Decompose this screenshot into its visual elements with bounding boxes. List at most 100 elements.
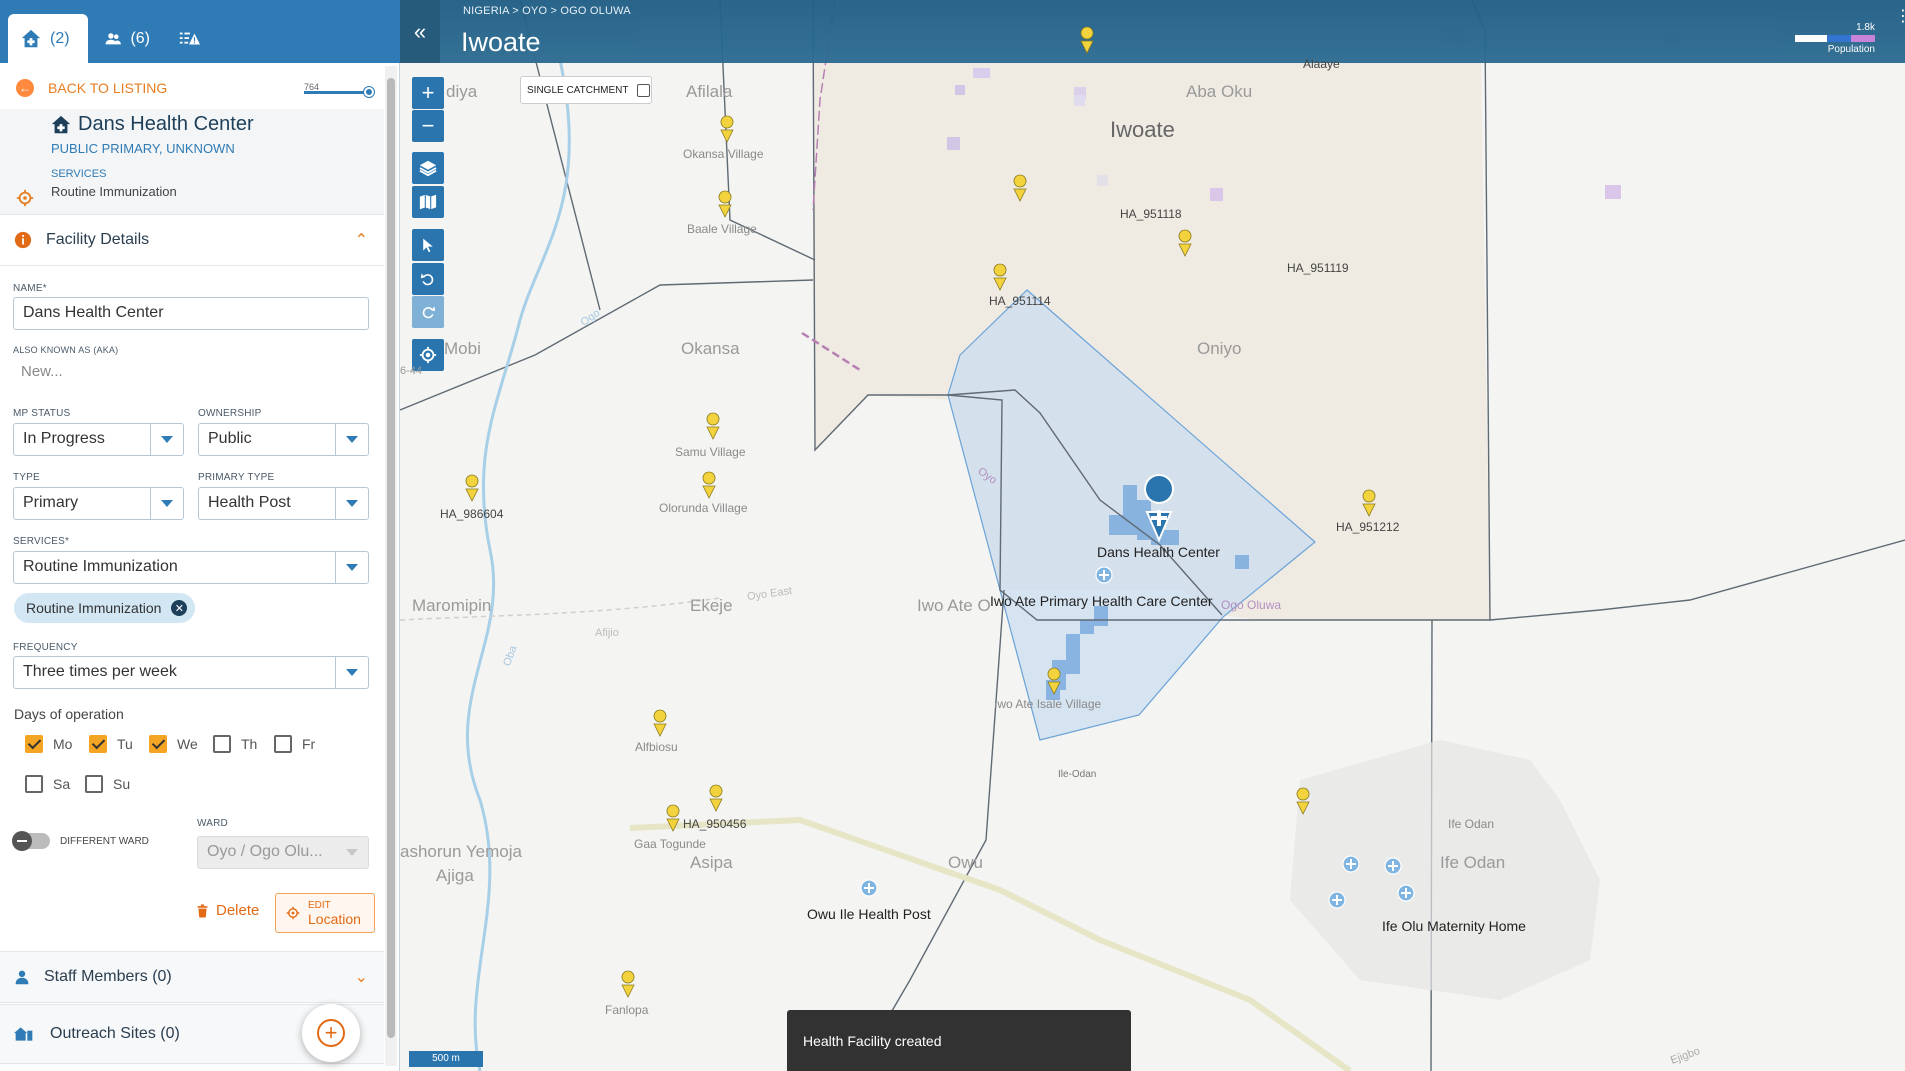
remove-chip-icon[interactable]: ✕ — [171, 600, 188, 616]
checkbox-unchecked[interactable] — [25, 775, 43, 793]
frequency-select[interactable]: Three times per week — [13, 656, 369, 689]
day-sa[interactable]: Sa — [25, 775, 70, 793]
slider-knob[interactable] — [364, 87, 374, 97]
tab-people[interactable]: (6) — [92, 14, 162, 63]
village-label: Alaaye — [1303, 57, 1340, 71]
facility-label[interactable]: Dans Health Center — [1097, 544, 1220, 560]
ward-value: Oyo / Ogo Olu... — [207, 843, 323, 860]
facility-label[interactable]: Owu Ile Health Post — [807, 906, 931, 922]
staff-members-label: Staff Members (0) — [44, 968, 172, 985]
day-mo[interactable]: Mo — [25, 735, 72, 753]
services-select[interactable]: Routine Immunization — [13, 551, 369, 584]
dropdown-arrow-icon — [150, 424, 183, 455]
add-fab-button[interactable]: + — [302, 1004, 360, 1062]
map-pin-icon — [666, 804, 680, 832]
population-slider[interactable]: 764 — [304, 77, 374, 99]
ownership-select[interactable]: Public — [198, 423, 369, 456]
aka-field[interactable]: New... — [13, 359, 369, 392]
facility-label[interactable]: Iwo Ate Primary Health Care Center — [990, 593, 1213, 609]
sidebar-scrollbar[interactable] — [385, 66, 397, 1066]
checkbox-checked[interactable] — [25, 735, 43, 753]
checkbox-checked[interactable] — [89, 735, 107, 753]
dropdown-arrow-icon — [335, 552, 368, 583]
different-ward-toggle-row: DIFFERENT WARD — [12, 831, 149, 851]
day-label: Mo — [53, 736, 73, 752]
mp-status-select[interactable]: In Progress — [13, 423, 184, 456]
ownership-label: OWNERSHIP — [198, 408, 262, 419]
dropdown-arrow-icon — [150, 488, 183, 519]
chevron-up-icon: ⌃ — [354, 232, 368, 249]
day-label: Fr — [302, 736, 316, 752]
ownership-value: Public — [208, 430, 252, 447]
day-label: Sa — [53, 776, 71, 792]
tab-facilities[interactable]: (2) — [8, 14, 88, 63]
facility-subtitle: PUBLIC PRIMARY, UNKNOWN — [51, 141, 235, 156]
ha-label: HA_951119 — [1287, 261, 1349, 275]
village-label: Samu Village — [675, 445, 746, 459]
map-pin-icon — [1362, 489, 1376, 517]
back-to-listing-link[interactable]: ← BACK TO LISTING — [16, 79, 167, 97]
name-label: NAME* — [13, 283, 47, 294]
type-select[interactable]: Primary — [13, 487, 184, 520]
dropdown-arrow-icon — [335, 488, 368, 519]
sidebar: (2) (6) ← BACK TO LISTING 764 Dans Healt… — [0, 0, 400, 1071]
facility-details-title: Facility Details — [46, 231, 150, 248]
map-canvas[interactable]: « NIGERIA > OYO > OGO OLUWA Iwoate 1.8k … — [400, 0, 1905, 1071]
mp-status-value: In Progress — [23, 430, 105, 447]
village-label: Ife Odan — [1448, 817, 1495, 831]
ward-select: Oyo / Ogo Olu... — [197, 836, 369, 869]
sidebar-content: ← BACK TO LISTING 764 Dans Health Center… — [0, 63, 384, 1071]
chevron-down-icon: ⌄ — [354, 969, 368, 986]
map-pin-icon — [653, 709, 667, 737]
day-fr[interactable]: Fr — [274, 735, 315, 753]
scrollbar-thumb[interactable] — [387, 78, 395, 1038]
crosshair-icon — [286, 906, 300, 920]
facility-label[interactable]: Ife Olu Maternity Home — [1382, 918, 1526, 934]
day-label: Tu — [117, 736, 133, 752]
services-field-label: SERVICES* — [13, 536, 70, 547]
checkbox-unchecked[interactable] — [213, 735, 231, 753]
map-pin-icon — [706, 412, 720, 440]
day-we[interactable]: We — [149, 735, 198, 753]
service-chip: Routine Immunization ✕ — [14, 593, 196, 623]
edit-label: EDIT — [308, 899, 331, 911]
edit-location-button[interactable]: EDIT Location — [275, 893, 375, 933]
day-tu[interactable]: Tu — [89, 735, 133, 753]
aka-label: ALSO KNOWN AS (AKA) — [13, 345, 119, 355]
locate-icon — [16, 189, 34, 207]
village-label: Gaa Togunde — [634, 837, 706, 851]
different-ward-toggle[interactable] — [12, 831, 50, 851]
name-field[interactable]: Dans Health Center — [13, 297, 369, 330]
type-value: Primary — [23, 494, 79, 511]
dropdown-arrow-icon — [335, 837, 368, 868]
delete-button[interactable]: Delete — [196, 902, 259, 919]
checkbox-checked[interactable] — [149, 735, 167, 753]
map-pin-icon — [1080, 26, 1094, 54]
staff-members-header[interactable]: Staff Members (0) ⌄ — [0, 951, 384, 1003]
day-su[interactable]: Su — [85, 775, 130, 793]
day-th[interactable]: Th — [213, 735, 257, 753]
map-pin-icon — [1296, 787, 1310, 815]
checkbox-unchecked[interactable] — [85, 775, 103, 793]
location-label: Location — [308, 910, 361, 927]
village-label: Olorunda Village — [659, 501, 748, 515]
tab-alerts[interactable] — [166, 14, 226, 63]
ha-label: HA_951114 — [989, 294, 1051, 308]
frequency-label: FREQUENCY — [13, 642, 78, 653]
dropdown-arrow-icon — [335, 424, 368, 455]
dropdown-arrow-icon — [335, 657, 368, 688]
trash-icon — [197, 904, 208, 917]
different-ward-label: DIFFERENT WARD — [60, 835, 149, 847]
checkbox-unchecked[interactable] — [274, 735, 292, 753]
facility-icon — [21, 29, 41, 47]
map-pin-icon — [993, 263, 1007, 291]
day-label: Su — [113, 776, 131, 792]
outreach-icon — [14, 1027, 33, 1041]
arrow-left-icon: ← — [16, 79, 34, 97]
day-label: We — [177, 736, 198, 752]
ha-label: HA_951212 — [1336, 520, 1400, 534]
facility-name: Dans Health Center — [78, 113, 254, 135]
facility-details-header[interactable]: Facility Details ⌃ — [0, 214, 384, 266]
primary-type-select[interactable]: Health Post — [198, 487, 369, 520]
primary-type-value: Health Post — [208, 494, 291, 511]
